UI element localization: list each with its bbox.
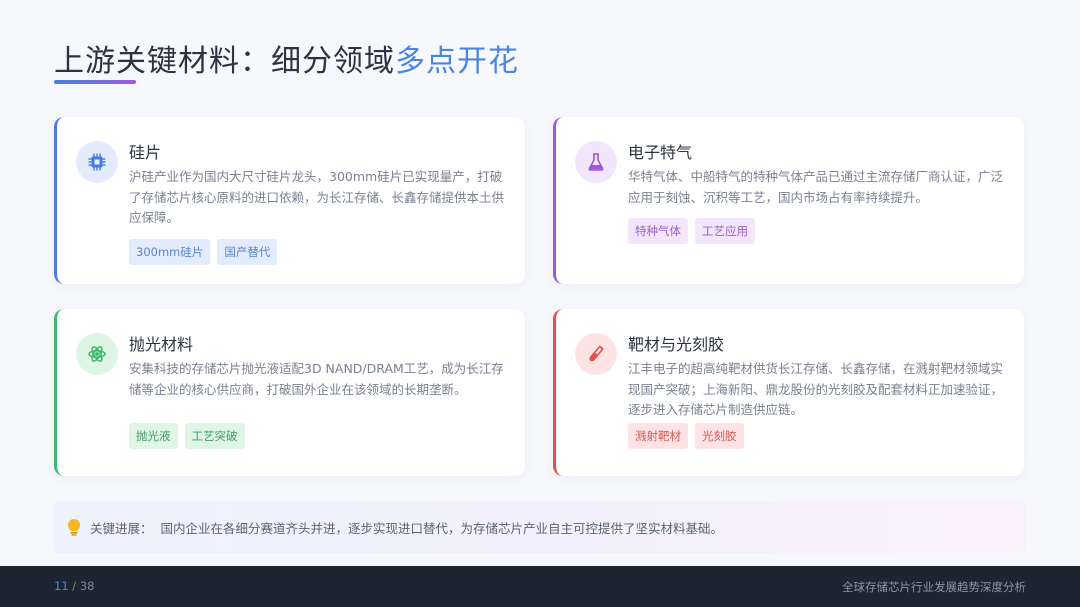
slide-title-highlight: 多点开花 <box>395 44 519 79</box>
tag-list: 特种气体 工艺应用 <box>628 218 755 244</box>
tag-list: 溅射靶材 光刻胶 <box>628 423 744 449</box>
key-progress-callout: 关键进展： 国内企业在各细分赛道齐头并进，逐步实现进口替代，为存储芯片产业自主可… <box>54 501 1026 553</box>
card-description: 华特气体、中船特气的特种气体产品已通过主流存储厂商认证，广泛应用于刻蚀、沉积等工… <box>628 169 1004 205</box>
lightbulb-icon <box>66 518 84 536</box>
tag: 光刻胶 <box>695 423 744 449</box>
card-silicon-wafer: 硅片 沪硅产业作为国内大尺寸硅片龙头，300mm硅片已实现量产，打破了存储芯片核… <box>54 117 525 284</box>
slide-title-main: 上游关键材料：细分领域 <box>54 44 395 79</box>
tag-list: 300mm硅片 国产替代 <box>129 239 278 265</box>
tag: 抛光液 <box>129 423 178 449</box>
card-title: 抛光材料 <box>129 335 194 354</box>
key-progress-text: 国内企业在各细分赛道齐头并进，逐步实现进口替代，为存储芯片产业自主可控提供了坚实… <box>160 520 724 536</box>
tag-list: 抛光液 工艺突破 <box>129 423 245 449</box>
tag: 国产替代 <box>217 239 278 265</box>
card-title: 电子特气 <box>628 143 693 162</box>
key-progress-label: 关键进展： <box>90 520 153 536</box>
card-description: 江丰电子的超高纯靶材供货长江存储、长鑫存储，在溅射靶材领域实现国产突破；上海新阳… <box>628 361 1004 417</box>
card-polishing-material: 抛光材料 安集科技的存储芯片抛光液适配3D NAND/DRAM工艺，成为长江存储… <box>54 309 525 476</box>
card-electronic-gas: 电子特气 华特气体、中船特气的特种气体产品已通过主流存储厂商认证，广泛应用于刻蚀… <box>553 117 1024 284</box>
card-description: 沪硅产业作为国内大尺寸硅片龙头，300mm硅片已实现量产，打破了存储芯片核心原料… <box>129 169 505 225</box>
chip-icon <box>76 141 118 183</box>
test-tube-icon <box>575 333 617 375</box>
tag: 300mm硅片 <box>129 239 211 265</box>
current-page: 11 <box>54 579 69 593</box>
footer-bar: 11 / 38 全球存储芯片行业发展趋势深度分析 <box>0 566 1080 607</box>
tag: 溅射靶材 <box>628 423 688 449</box>
flask-icon <box>575 141 617 183</box>
slide-title: 上游关键材料：细分领域多点开花 <box>54 36 519 80</box>
atom-icon <box>76 333 118 375</box>
tag: 工艺应用 <box>695 218 755 244</box>
card-title: 硅片 <box>129 143 162 162</box>
title-underline <box>54 80 136 84</box>
document-title: 全球存储芯片行业发展趋势深度分析 <box>842 580 1026 594</box>
page-indicator: 11 / 38 <box>54 579 94 593</box>
card-title: 靶材与光刻胶 <box>628 335 725 354</box>
tag: 特种气体 <box>628 218 688 244</box>
card-target-photoresist: 靶材与光刻胶 江丰电子的超高纯靶材供货长江存储、长鑫存储，在溅射靶材领域实现国产… <box>553 309 1024 476</box>
total-pages: / 38 <box>72 579 95 593</box>
tag: 工艺突破 <box>184 423 245 449</box>
card-description: 安集科技的存储芯片抛光液适配3D NAND/DRAM工艺，成为长江存储等企业的核… <box>129 361 504 397</box>
